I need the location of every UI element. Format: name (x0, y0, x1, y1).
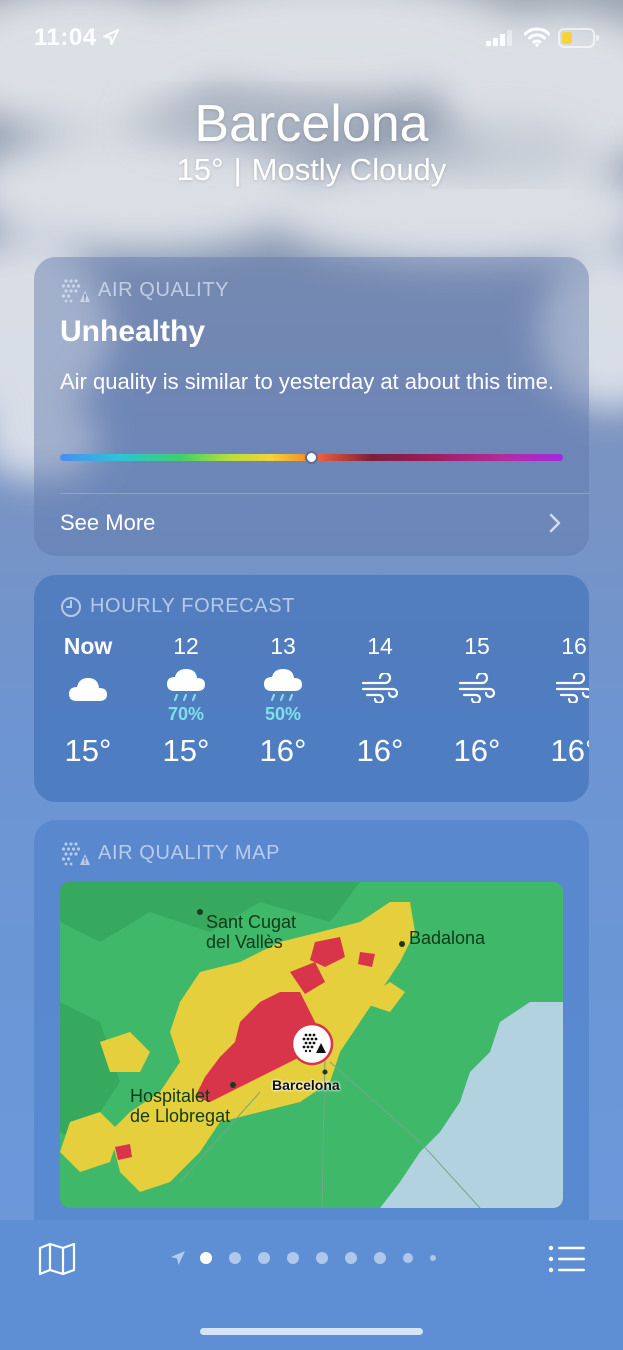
page-dot[interactable] (316, 1252, 328, 1264)
hour-temperature: 16° (453, 733, 501, 768)
air-quality-title-label: AIR QUALITY (98, 278, 230, 301)
hourly-item: 12 70% 15° (136, 631, 236, 771)
see-more-link[interactable]: See More (60, 510, 155, 536)
page-dot[interactable] (287, 1252, 299, 1264)
air-quality-scale-indicator (305, 451, 318, 464)
air-quality-icon (61, 842, 90, 866)
air-quality-map-canvas (60, 882, 563, 1208)
hour-temperature: 16° (259, 733, 307, 768)
page-dot[interactable] (430, 1255, 436, 1261)
rain-cloud-icon (264, 669, 302, 702)
hourly-item: 14 16° (330, 631, 430, 771)
air-quality-map-title-label: AIR QUALITY MAP (98, 841, 281, 864)
cellular-signal-icon (486, 30, 512, 46)
page-dot[interactable] (258, 1252, 270, 1264)
map-label-badalona: Badalona (409, 928, 486, 948)
air-quality-description: Air quality is similar to yesterday at a… (60, 369, 554, 394)
air-quality-map-card[interactable]: AIR QUALITY MAP Sant Cugat del Vallès Ba… (34, 820, 589, 1240)
current-conditions: 15° | Mostly Cloudy (0, 152, 623, 188)
page-dot[interactable] (200, 1252, 212, 1264)
hourly-forecast-card[interactable]: HOURLY FORECAST Now 15° 12 70% 15° 13 50… (34, 575, 589, 802)
hour-temperature: 16° (356, 733, 404, 768)
hour-label: 13 (270, 633, 296, 659)
air-quality-icon (61, 279, 90, 303)
page-indicator[interactable] (170, 1248, 453, 1268)
map-label-hospitalet: Hospitalet de Llobregat (130, 1086, 231, 1126)
hour-temperature: 15° (64, 733, 112, 768)
hourly-item: 15 16° (427, 631, 527, 771)
city-name: Barcelona (194, 95, 429, 153)
cloud-icon (69, 678, 107, 701)
hour-label: 16 (561, 633, 587, 659)
map-icon[interactable] (38, 1242, 76, 1276)
hourly-item: 13 50% 16° (233, 631, 333, 771)
weather-header: Barcelona 15° | Mostly Cloudy (0, 92, 623, 188)
wifi-icon (524, 27, 550, 47)
hourly-forecast-card-title: HOURLY FORECAST (60, 595, 295, 618)
status-time: 11:04 (34, 24, 97, 51)
air-quality-card[interactable]: AIR QUALITY Unhealthy Air quality is sim… (34, 257, 589, 556)
precipitation-chance: 70% (167, 704, 205, 724)
air-quality-level: Unhealthy (60, 315, 206, 348)
map-label-sant-cugat: Sant Cugat del Vallès (206, 912, 297, 952)
hourly-forecast-list[interactable]: Now 15° 12 70% 15° 13 50% 16° 14 16° 15 … (34, 631, 589, 791)
hour-label: Now (63, 633, 113, 659)
wind-icon (361, 673, 399, 703)
current-temperature: 15° (176, 152, 224, 187)
page-dot[interactable] (374, 1252, 386, 1264)
page-dot[interactable] (403, 1253, 413, 1263)
battery-low-icon (558, 28, 599, 48)
hour-temperature: 16° (550, 733, 589, 768)
hour-temperature: 15° (162, 733, 210, 768)
list-icon[interactable] (548, 1244, 586, 1274)
page-dot[interactable] (345, 1252, 357, 1264)
status-bar: 11:04 (0, 0, 623, 78)
chevron-right-icon[interactable] (548, 512, 562, 534)
hourly-item: 16 16° (524, 631, 589, 771)
air-quality-map[interactable]: Sant Cugat del Vallès Badalona Hospitale… (60, 882, 563, 1208)
location-arrow-icon (171, 1251, 185, 1265)
air-quality-map-card-title: AIR QUALITY MAP (60, 840, 280, 866)
map-label-barcelona: Barcelona (272, 1077, 340, 1093)
separator: | (233, 152, 242, 187)
hourly-forecast-title-label: HOURLY FORECAST (90, 595, 295, 617)
hour-label: 12 (173, 633, 199, 659)
wind-icon (555, 673, 589, 703)
home-indicator[interactable] (200, 1328, 423, 1335)
hour-label: 14 (367, 633, 393, 659)
air-quality-card-title: AIR QUALITY (60, 277, 229, 303)
clock-icon (61, 596, 81, 617)
hour-label: 15 (464, 633, 490, 659)
page-dot[interactable] (229, 1252, 241, 1264)
current-condition: Mostly Cloudy (251, 152, 447, 187)
location-arrow-icon (103, 29, 119, 45)
rain-cloud-icon (167, 669, 205, 702)
divider (60, 493, 589, 494)
hourly-item: Now 15° (38, 631, 138, 771)
precipitation-chance: 50% (264, 704, 302, 724)
wind-icon (458, 673, 496, 703)
